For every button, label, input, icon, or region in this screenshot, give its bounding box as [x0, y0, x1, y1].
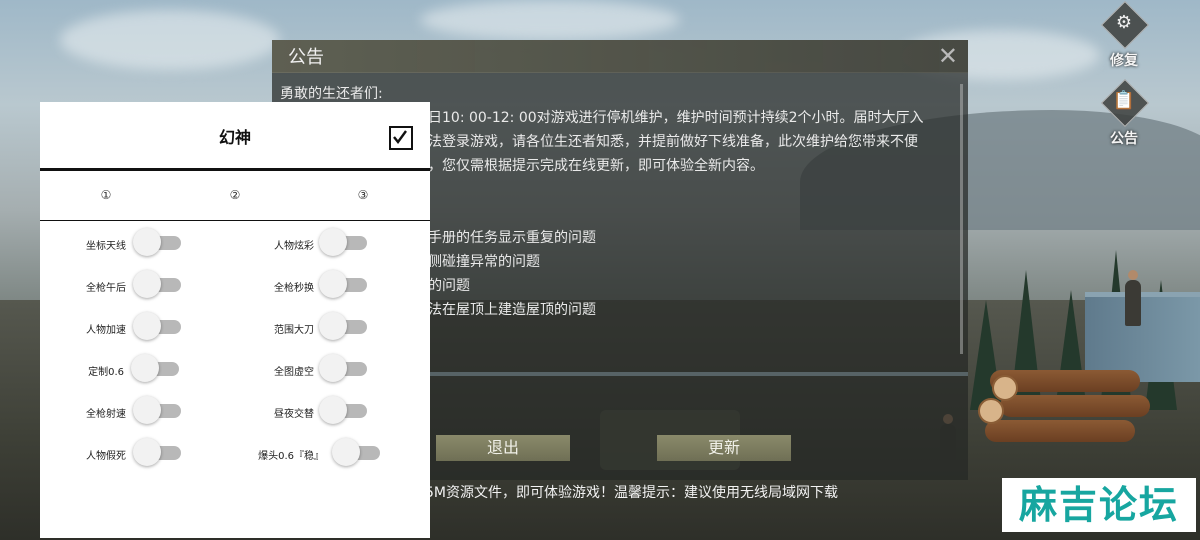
option-label: 全枪射速 [86, 409, 126, 420]
option-label: 爆头0.6『稳』 [258, 451, 324, 462]
toggle-switch[interactable] [319, 270, 367, 298]
announcement-line: 日10: 00-12: 00对游戏进行停机维护，维护时间预计持续2个小时。届时大… [428, 110, 924, 126]
log-end [992, 375, 1018, 401]
cloud [60, 10, 280, 70]
log-end [978, 398, 1004, 424]
exit-button[interactable]: 退出 [436, 435, 570, 461]
panel-header: 幻神 [40, 102, 430, 171]
fix-line: 法在屋顶上建造屋顶的问题 [428, 302, 596, 318]
toggle-switch[interactable] [319, 354, 367, 382]
announcement-line: ，您仅需根据提示完成在线更新，即可体验全新内容。 [428, 158, 764, 174]
enable-checkbox[interactable] [389, 126, 413, 150]
fix-line: 的问题 [428, 278, 470, 294]
option-label: 定制0.6 [88, 367, 124, 378]
option-label: 人物炫彩 [274, 241, 314, 252]
toggle-switch[interactable] [131, 354, 179, 382]
toggle-switch[interactable] [133, 396, 181, 424]
notice-label: 公告 [1110, 131, 1138, 147]
notice-button[interactable]: 📋 公告 [1095, 78, 1155, 152]
log [985, 420, 1135, 442]
option-label: 全枪午后 [86, 283, 126, 294]
dialog-title: 公告 [288, 47, 324, 68]
option-label: 坐标天线 [86, 241, 126, 252]
option-label: 全图虚空 [274, 367, 314, 378]
repair-label: 修复 [1110, 53, 1138, 69]
mod-menu-panel: 幻神 ① ② ③ 坐标天线 全枪午后 人物加速 定制0.6 全枪射速 人物假死 … [40, 102, 430, 538]
fix-line: 手册的任务显示重复的问题 [428, 230, 596, 246]
option-label: 范围大刀 [274, 325, 314, 336]
toggle-switch[interactable] [133, 312, 181, 340]
repair-button[interactable]: ⚙ 修复 [1095, 0, 1155, 74]
option-label: 昼夜交替 [274, 409, 314, 420]
toggle-switch[interactable] [133, 270, 181, 298]
panel-title: 幻神 [218, 128, 251, 147]
toggle-switch[interactable] [319, 312, 367, 340]
announcement-line: 法登录游戏，请各位生还者知悉，并提前做好下线准备，此次维护给您带来不便 [428, 134, 918, 150]
close-icon[interactable]: ✕ [938, 42, 958, 70]
checkmark-icon [393, 130, 407, 144]
toggle-switch[interactable] [319, 396, 367, 424]
toggle-switch[interactable] [133, 438, 181, 466]
tab-bar: ① ② ③ [40, 174, 430, 221]
toggle-switch[interactable] [133, 228, 181, 256]
toggle-switch[interactable] [332, 438, 380, 466]
tab-2[interactable]: ② [220, 188, 250, 202]
option-label: 人物加速 [86, 325, 126, 336]
log [1000, 395, 1150, 417]
dialog-header: 公告 ✕ [272, 40, 968, 73]
tab-3[interactable]: ③ [348, 188, 378, 202]
tab-1[interactable]: ① [91, 188, 121, 202]
gears-icon: ⚙ [1115, 12, 1133, 33]
survivor-character [1125, 270, 1141, 326]
forum-watermark: 麻吉论坛 [1002, 478, 1196, 532]
toggle-switch[interactable] [319, 228, 367, 256]
cloud [420, 0, 680, 40]
download-tip: 5M资源文件，即可体验游戏！温馨提示：建议使用无线局域网下载 [425, 485, 838, 501]
option-label: 人物假死 [86, 451, 126, 462]
option-label: 全枪秒换 [274, 283, 314, 294]
fix-line: 侧碰撞异常的问题 [428, 254, 540, 270]
update-button[interactable]: 更新 [657, 435, 791, 461]
shipping-container [1085, 292, 1200, 382]
scrollbar[interactable] [960, 84, 963, 354]
notice-icon: 📋 [1112, 90, 1136, 111]
